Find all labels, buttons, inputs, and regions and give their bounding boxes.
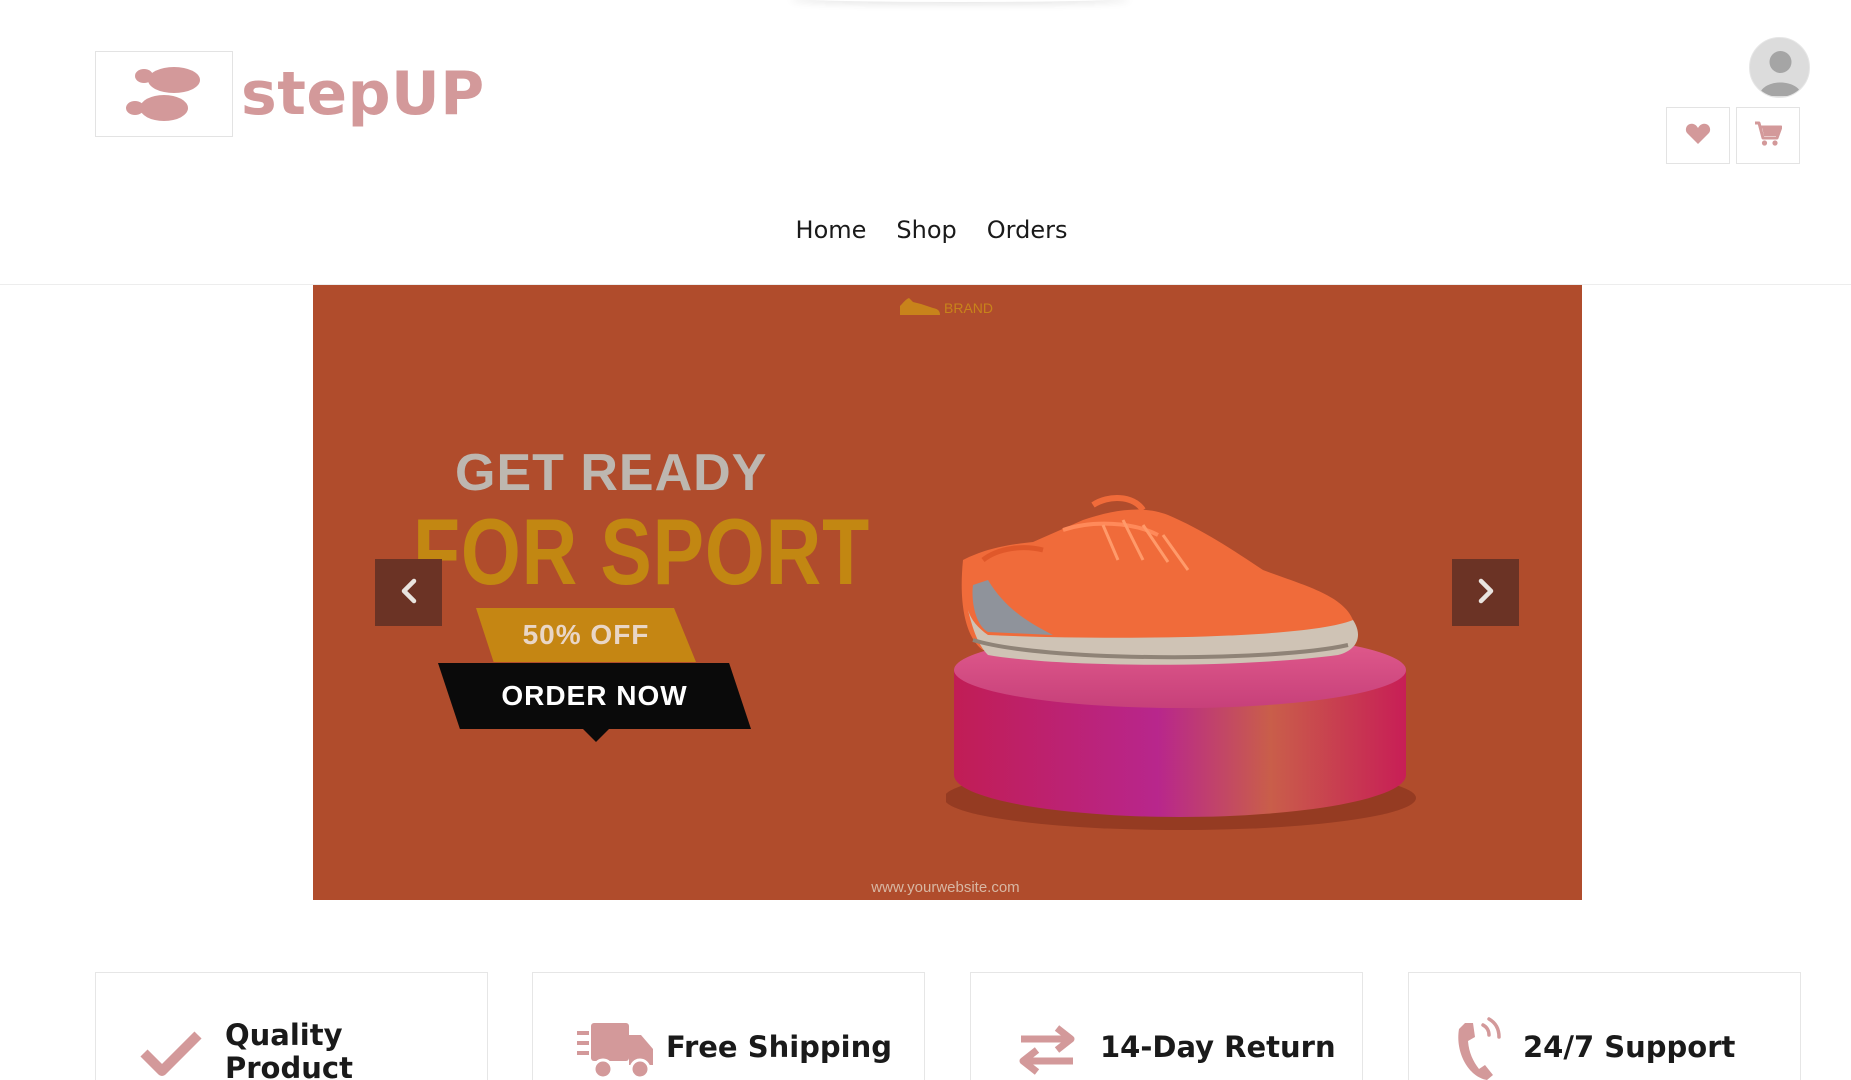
headline-line1: GET READY: [455, 444, 768, 502]
phone-icon: [1451, 1017, 1507, 1080]
carousel-prev-button[interactable]: [375, 559, 442, 626]
heart-icon: [1685, 123, 1711, 149]
logo-text: stepUP: [241, 59, 485, 129]
product-shoe-image: [943, 490, 1373, 694]
brand-mark: BRAND: [899, 295, 993, 320]
shoe-brand-icon: [899, 295, 941, 320]
feature-return: 14-Day Return: [970, 972, 1363, 1080]
chevron-right-icon: [1476, 578, 1496, 607]
truck-icon: [577, 1017, 655, 1080]
feature-label: 14-Day Return: [1100, 1030, 1336, 1064]
logo[interactable]: stepUP: [95, 51, 485, 137]
website-url: www.yourwebsite.com: [871, 879, 1020, 896]
feature-label: 24/7 Support: [1523, 1030, 1736, 1064]
feature-label: Quality Product: [225, 1018, 353, 1080]
checkmark-icon: [140, 1029, 202, 1080]
headline-line2: FOR SPORT: [413, 499, 871, 604]
chevron-left-icon: [399, 578, 419, 607]
feature-quality: Quality Product: [95, 972, 488, 1080]
cart-icon: [1754, 121, 1783, 151]
feature-shipping: Free Shipping: [532, 972, 925, 1080]
user-avatar-icon[interactable]: [1749, 37, 1810, 98]
nav-home[interactable]: Home: [796, 216, 867, 244]
nav-shop[interactable]: Shop: [896, 216, 956, 244]
discount-tag: 50% OFF: [476, 608, 696, 662]
brand-text: BRAND: [944, 299, 994, 316]
main-nav: Home Shop Orders: [0, 216, 1851, 244]
feature-support: 24/7 Support: [1408, 972, 1801, 1080]
feature-label: Free Shipping: [666, 1030, 893, 1064]
order-now-button[interactable]: ORDER NOW: [438, 663, 751, 729]
footprints-icon: [95, 51, 233, 137]
order-tag-notch: [582, 728, 610, 742]
carousel-next-button[interactable]: [1452, 559, 1519, 626]
exchange-icon: [1015, 1025, 1079, 1079]
header-shadow: [790, 0, 1130, 2]
nav-orders[interactable]: Orders: [987, 216, 1068, 244]
cart-button[interactable]: [1736, 107, 1800, 164]
hero-carousel: BRAND GET READY FOR SPORT 50% OFF ORDER …: [313, 285, 1582, 900]
wishlist-button[interactable]: [1666, 107, 1730, 164]
